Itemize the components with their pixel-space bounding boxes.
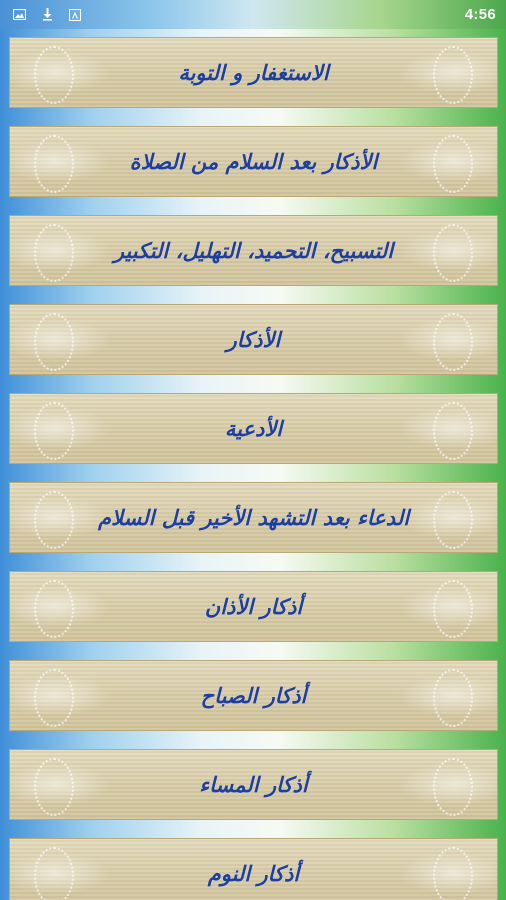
adhkar-menu-list[interactable]: الاستغفار و التوبة الأذكار بعد السلام من… [0,29,506,900]
menu-item-label: التسبيح، التحميد، التهليل، التكبير [113,238,394,263]
text-icon [68,8,82,22]
menu-item-tasbih[interactable]: التسبيح، التحميد، التهليل، التكبير [9,215,498,286]
menu-item-label: أذكار النوم [207,861,300,886]
menu-item-label: الدعاء بعد التشهد الأخير قبل السلام [97,505,410,530]
download-icon [40,8,54,22]
status-bar: 4:56 [0,0,506,29]
menu-item-label: الأذكار [226,327,281,352]
menu-item-morning[interactable]: أذكار الصباح [9,660,498,731]
menu-item-label: أذكار الأذان [204,594,303,619]
menu-item-label: الاستغفار و التوبة [178,60,329,85]
menu-item-label: الأذكار بعد السلام من الصلاة [129,149,378,174]
menu-item-evening[interactable]: أذكار المساء [9,749,498,820]
menu-item-istighfar[interactable]: الاستغفار و التوبة [9,37,498,108]
menu-item-adhan[interactable]: أذكار الأذان [9,571,498,642]
menu-item-adhkar[interactable]: الأذكار [9,304,498,375]
image-icon [12,8,26,22]
menu-item-after-prayer[interactable]: الأذكار بعد السلام من الصلاة [9,126,498,197]
menu-item-dua-tashahhud[interactable]: الدعاء بعد التشهد الأخير قبل السلام [9,482,498,553]
clock-time: 4:56 [464,6,496,23]
notification-icons [12,8,82,22]
menu-item-label: الأدعية [224,416,283,441]
menu-item-label: أذكار الصباح [200,683,307,708]
menu-item-sleep[interactable]: أذكار النوم [9,838,498,900]
menu-item-label: أذكار المساء [199,772,308,797]
menu-item-duas[interactable]: الأدعية [9,393,498,464]
